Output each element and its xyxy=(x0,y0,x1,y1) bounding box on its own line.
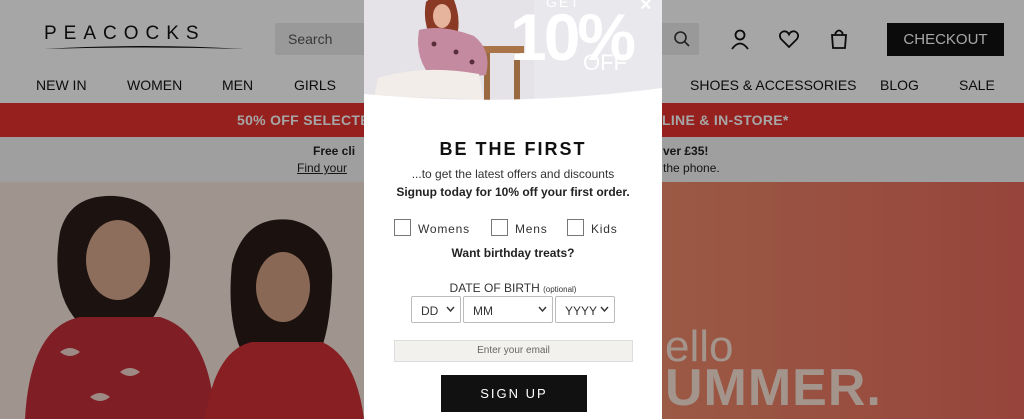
sign-up-button[interactable]: SIGN UP xyxy=(441,375,587,412)
banner-curve-divider xyxy=(364,88,662,108)
email-input[interactable]: Enter your email xyxy=(394,340,633,362)
chevron-down-icon xyxy=(600,306,609,312)
kids-checkbox-label[interactable]: Kids xyxy=(591,222,618,236)
modal-title: BE THE FIRST xyxy=(439,139,587,159)
dob-month-value: MM xyxy=(473,304,493,318)
chevron-down-icon xyxy=(446,306,455,312)
dob-label: DATE OF BIRTH (optional) xyxy=(364,281,662,295)
birthday-prompt: Want birthday treats? xyxy=(451,246,575,260)
modal-subtitle: ...to get the latest offers and discount… xyxy=(411,167,615,181)
dob-day-select[interactable]: DD xyxy=(411,296,461,323)
close-icon[interactable]: × xyxy=(640,0,652,17)
signup-modal: GET 10% OFF × BE THE FIRST ...to get the… xyxy=(364,0,662,419)
dob-optional-text: (optional) xyxy=(543,285,577,294)
dob-year-value: YYYY xyxy=(565,304,598,318)
dob-year-select[interactable]: YYYY xyxy=(555,296,615,323)
mens-checkbox-label[interactable]: Mens xyxy=(515,222,548,236)
dob-label-text: DATE OF BIRTH xyxy=(449,281,540,295)
modal-banner: GET 10% OFF × xyxy=(364,0,662,108)
promo-off-text: OFF xyxy=(583,50,627,75)
womens-checkbox[interactable] xyxy=(394,219,411,236)
chevron-down-icon xyxy=(538,306,547,312)
womens-checkbox-label[interactable]: Womens xyxy=(418,222,470,236)
mens-checkbox[interactable] xyxy=(491,219,508,236)
dob-day-value: DD xyxy=(421,304,439,318)
dob-month-select[interactable]: MM xyxy=(463,296,553,323)
kids-checkbox[interactable] xyxy=(567,219,584,236)
modal-offer-text: Signup today for 10% off your first orde… xyxy=(396,185,630,199)
